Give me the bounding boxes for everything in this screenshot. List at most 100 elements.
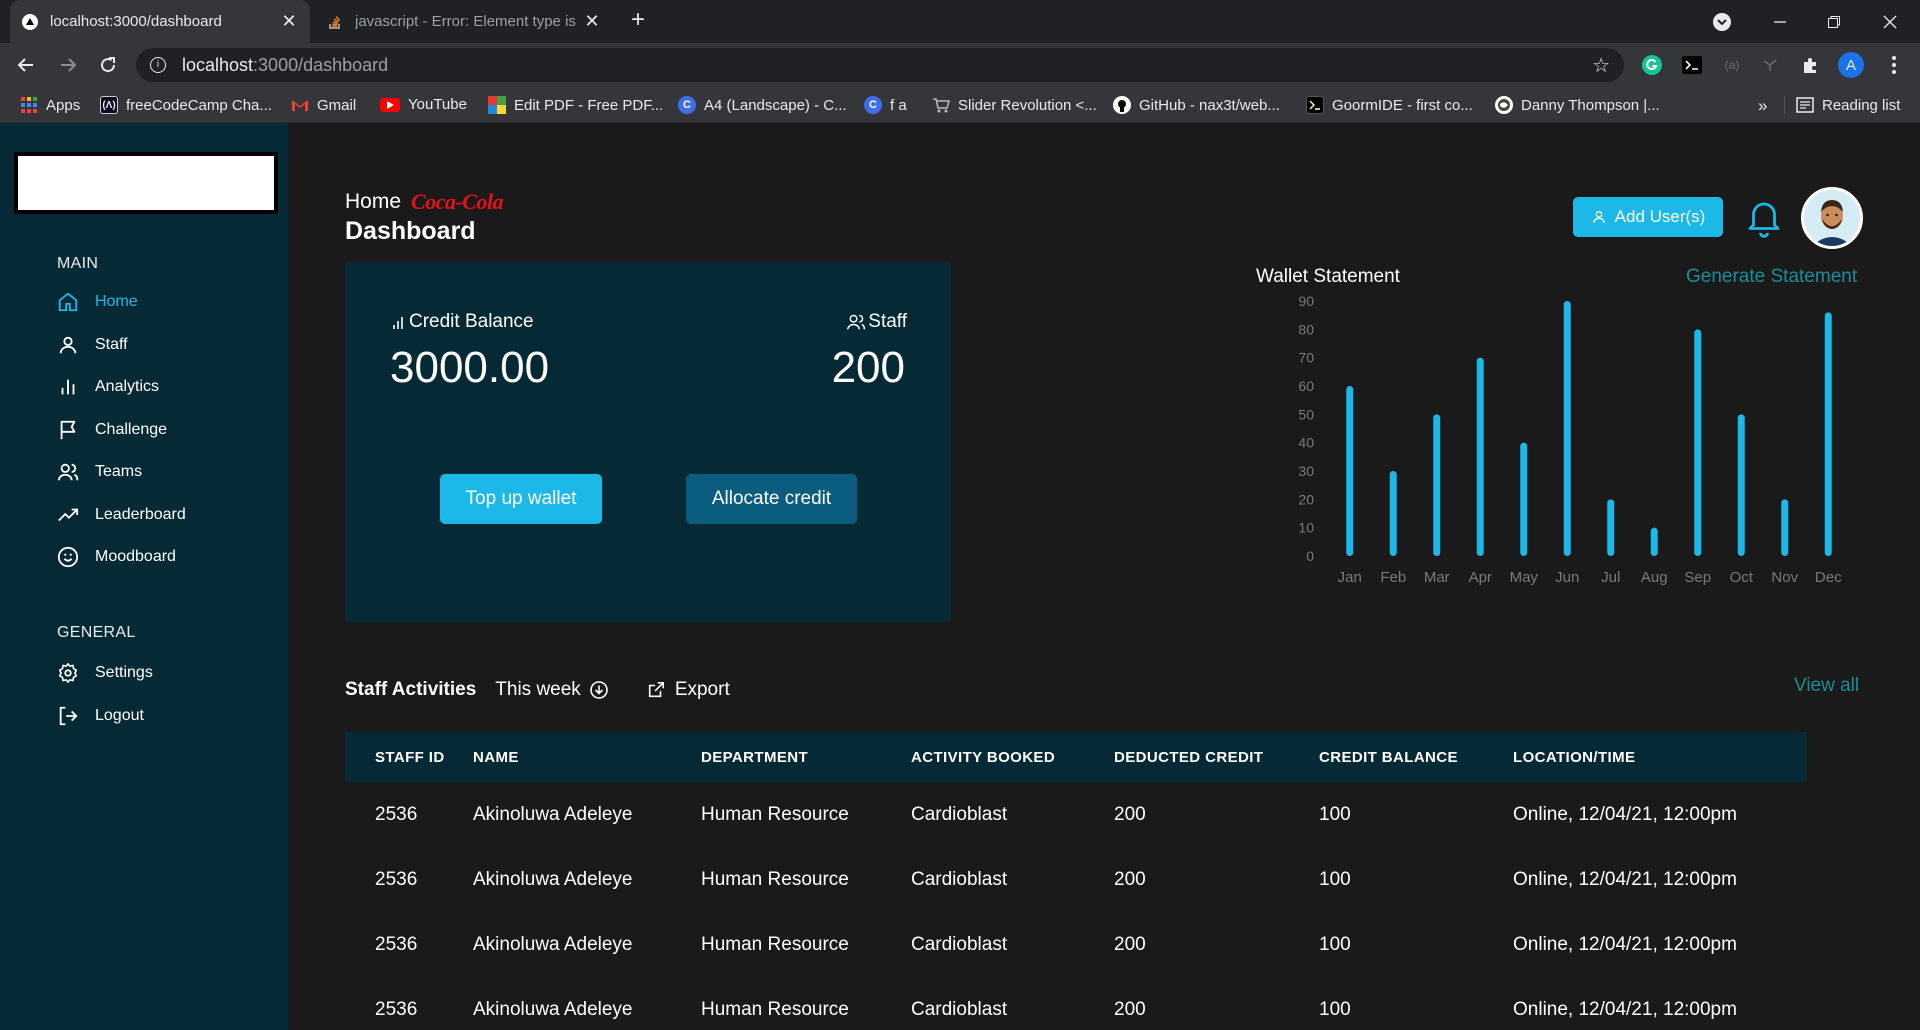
reading-list[interactable]: Reading list <box>1796 96 1900 114</box>
user-icon <box>1591 209 1607 225</box>
bell-icon[interactable] <box>1743 197 1785 239</box>
chart-bar-may[interactable] <box>1520 442 1528 556</box>
bookmark-github[interactable]: GitHub - nax3t/web... <box>1113 96 1280 114</box>
user-icon <box>57 334 79 356</box>
address-bar[interactable]: i localhost:3000/dashboard ☆ <box>136 48 1624 82</box>
table-cell: 2536 <box>375 933 418 955</box>
breadcrumb-home[interactable]: Home <box>345 190 401 214</box>
avatar[interactable] <box>1801 187 1863 249</box>
sidebar-item-settings[interactable]: Settings <box>57 660 153 686</box>
extension-icon[interactable] <box>1758 53 1782 77</box>
chart-bar-jun[interactable] <box>1563 301 1571 556</box>
table-cell: 100 <box>1319 998 1351 1020</box>
bookmark-slider-revolution[interactable]: Slider Revolution <... <box>932 96 1097 114</box>
bookmark-goormide[interactable]: GoormIDE - first co... <box>1306 96 1473 114</box>
chart-bar-aug[interactable] <box>1650 527 1658 556</box>
trending-up-icon <box>57 504 79 526</box>
restore-icon[interactable] <box>1814 0 1854 43</box>
flag-icon <box>57 419 79 441</box>
grammarly-icon[interactable] <box>1640 53 1664 77</box>
table-cell: 200 <box>1114 868 1146 890</box>
sidebar-item-analytics[interactable]: Analytics <box>57 374 159 400</box>
page-title: Dashboard <box>345 217 476 245</box>
table-row[interactable]: 2536 Akinoluwa Adeleye Human Resource Ca… <box>345 847 1807 912</box>
x-tick-label: Jun <box>1555 569 1579 586</box>
cart-icon <box>932 96 950 114</box>
bookmark-apps[interactable]: Apps <box>20 96 80 114</box>
freecodecamp-icon: (Λ) <box>100 96 118 114</box>
logo-placeholder <box>14 152 278 214</box>
chart-bar-nov[interactable] <box>1781 499 1789 556</box>
bookmark-freecodecamp[interactable]: (Λ) freeCodeCamp Cha... <box>100 96 272 114</box>
chart-bar-apr[interactable] <box>1476 357 1484 556</box>
terminal-icon <box>1306 96 1324 114</box>
table-row[interactable]: 2536 Akinoluwa Adeleye Human Resource Ca… <box>345 782 1807 847</box>
extension-icon[interactable]: (a) <box>1720 53 1744 77</box>
menu-dots-icon[interactable] <box>1882 53 1906 77</box>
table-row[interactable]: 2536 Akinoluwa Adeleye Human Resource Ca… <box>345 912 1807 977</box>
bookmark-youtube[interactable]: YouTube <box>380 96 467 113</box>
sidebar-item-challenge[interactable]: Challenge <box>57 417 167 443</box>
close-window-icon[interactable] <box>1870 0 1910 43</box>
bookmark-danny-thompson[interactable]: Danny Thompson |... <box>1495 96 1660 114</box>
bookmark-canva[interactable]: C A4 (Landscape) - C... <box>678 96 847 114</box>
forward-icon[interactable] <box>54 51 82 79</box>
column-header: LOCATION/TIME <box>1513 748 1636 766</box>
apps-grid-icon <box>20 96 38 114</box>
chart-bar-mar[interactable] <box>1433 414 1441 556</box>
chart-bar-oct[interactable] <box>1737 414 1745 556</box>
site-info-icon[interactable]: i <box>150 57 166 73</box>
bookmarks-overflow-icon[interactable]: » <box>1758 96 1767 116</box>
back-icon[interactable] <box>12 51 40 79</box>
column-header: DEDUCTED CREDIT <box>1114 748 1264 766</box>
add-user-button[interactable]: Add User(s) <box>1573 197 1723 237</box>
chart-bar-sep[interactable] <box>1694 329 1702 556</box>
sidebar-item-logout[interactable]: Logout <box>57 703 144 729</box>
view-all-link[interactable]: View all <box>1794 675 1859 697</box>
wallet-bar-chart: 0 10 20 30 40 50 60 70 80 90 Jan Feb Mar Apr May Jun Jul… <box>1298 293 1842 586</box>
chart-bar-jul[interactable] <box>1607 499 1615 556</box>
table-cell: 2536 <box>375 803 418 825</box>
tab-dashboard[interactable]: localhost:3000/dashboard ✕ <box>10 0 310 43</box>
extensions-puzzle-icon[interactable] <box>1798 53 1822 77</box>
sidebar-item-staff[interactable]: Staff <box>57 332 128 358</box>
main-content: Home Coca-Cola Dashboard Add User(s) Cre… <box>288 123 1920 1030</box>
tab-stackoverflow[interactable]: javascript - Error: Element type is ✕ <box>315 0 613 43</box>
sidebar-section-main: MAIN <box>57 255 99 272</box>
y-tick-label: 10 <box>1298 520 1314 536</box>
users-icon <box>57 461 79 483</box>
table-cell: Human Resource <box>701 803 849 825</box>
sidebar-item-home[interactable]: Home <box>57 289 138 315</box>
bookmark-editpdf[interactable]: Edit PDF - Free PDF... <box>488 96 663 114</box>
sidebar-item-leaderboard[interactable]: Leaderboard <box>57 502 186 528</box>
table-row[interactable]: 2536 Akinoluwa Adeleye Human Resource Ca… <box>345 977 1807 1030</box>
sidebar-item-teams[interactable]: Teams <box>57 459 142 485</box>
export-button[interactable]: Export <box>647 679 730 701</box>
sidebar-item-moodboard[interactable]: Moodboard <box>57 544 176 570</box>
canva-icon: C <box>678 96 696 114</box>
generate-statement-link[interactable]: Generate Statement <box>1686 266 1857 288</box>
table-cell: 2536 <box>375 998 418 1020</box>
table-cell: Online, 12/04/21, 12:00pm <box>1513 803 1737 825</box>
bookmark-fa[interactable]: C f a <box>864 96 907 114</box>
staff-activities-table: STAFF ID NAME DEPARTMENT ACTIVITY BOOKED… <box>345 732 1807 1030</box>
chart-bar-dec[interactable] <box>1824 312 1832 556</box>
chart-bar-jan[interactable] <box>1346 386 1354 556</box>
new-tab-button[interactable]: + <box>624 6 652 34</box>
x-tick-label: Nov <box>1771 569 1798 586</box>
tab-search-icon[interactable] <box>1708 0 1736 43</box>
chart-bar-feb[interactable] <box>1389 471 1397 556</box>
bookmark-gmail[interactable]: Gmail <box>291 96 356 114</box>
minimize-icon[interactable] <box>1760 0 1800 43</box>
allocate-credit-button[interactable]: Allocate credit <box>686 474 857 524</box>
terminal-icon[interactable] <box>1680 53 1704 77</box>
tab-close-icon[interactable]: ✕ <box>280 11 298 32</box>
top-up-wallet-button[interactable]: Top up wallet <box>440 474 602 524</box>
bookmark-star-icon[interactable]: ☆ <box>1592 53 1610 78</box>
period-dropdown[interactable]: This week <box>495 679 609 701</box>
url-text: localhost:3000/dashboard <box>182 54 389 75</box>
reload-icon[interactable] <box>94 51 122 79</box>
tab-close-icon[interactable]: ✕ <box>583 11 601 32</box>
profile-avatar[interactable]: A <box>1838 52 1864 78</box>
stackoverflow-icon <box>327 14 343 30</box>
